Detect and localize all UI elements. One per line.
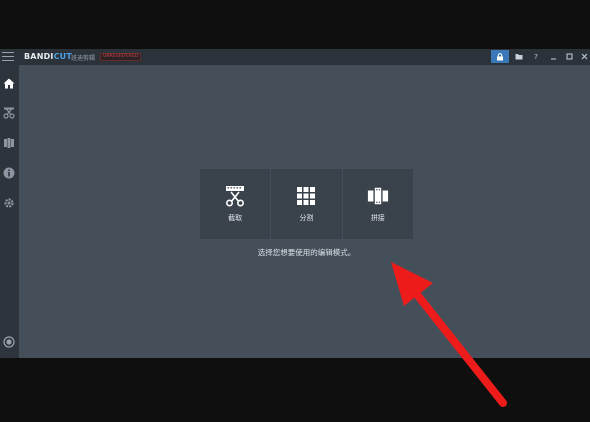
sidebar [0, 65, 19, 358]
sidebar-item-record[interactable] [2, 335, 16, 349]
sidebar-item-info[interactable] [2, 166, 16, 180]
merge-icon [367, 185, 389, 207]
maximize-icon [566, 53, 572, 60]
info-icon [3, 167, 15, 179]
sidebar-item-home[interactable] [2, 76, 16, 90]
mode-trim-button[interactable]: 截取 [200, 169, 271, 239]
split-icon [295, 185, 317, 207]
mode-split-label: 分割 [299, 214, 314, 222]
minimize-icon [550, 58, 556, 60]
title-bar: BANDICUT 班迪剪辑 UNREGISTERED ? [0, 49, 590, 65]
mode-join-label: 拼接 [370, 214, 385, 222]
lock-button[interactable] [491, 50, 509, 63]
hamburger-menu-icon[interactable] [2, 52, 14, 62]
close-icon [581, 53, 587, 60]
app-logo: BANDICUT [24, 52, 73, 61]
home-icon [3, 78, 15, 88]
close-button[interactable] [575, 50, 590, 63]
mode-join-button[interactable]: 拼接 [342, 169, 413, 239]
help-icon: ? [534, 52, 538, 61]
mode-hint-text: 选择您想要使用的编辑模式。 [257, 248, 356, 257]
trim-icon [224, 185, 246, 207]
letterbox-top [0, 0, 590, 49]
letterbox-bottom [0, 358, 590, 422]
join-icon [4, 138, 14, 148]
edit-mode-panel: 截取 分割 拼接 [200, 169, 413, 239]
sidebar-item-settings[interactable] [2, 196, 16, 210]
app-subtitle: 班迪剪辑 [71, 55, 96, 62]
settings-icon [4, 198, 14, 208]
sidebar-item-join[interactable] [2, 136, 16, 150]
unregistered-badge[interactable]: UNREGISTERED [100, 53, 142, 61]
cut-icon [3, 107, 15, 119]
bandicut-window: BANDICUT 班迪剪辑 UNREGISTERED ? 截取 分割 拼接 选择… [0, 49, 590, 358]
lock-icon [497, 52, 503, 60]
sidebar-item-cut[interactable] [2, 106, 16, 120]
record-icon [3, 336, 15, 348]
folder-button[interactable] [510, 50, 528, 63]
mode-trim-label: 截取 [228, 214, 243, 222]
folder-icon [515, 54, 523, 60]
mode-split-button[interactable]: 分割 [271, 169, 342, 239]
help-button[interactable]: ? [527, 50, 545, 63]
